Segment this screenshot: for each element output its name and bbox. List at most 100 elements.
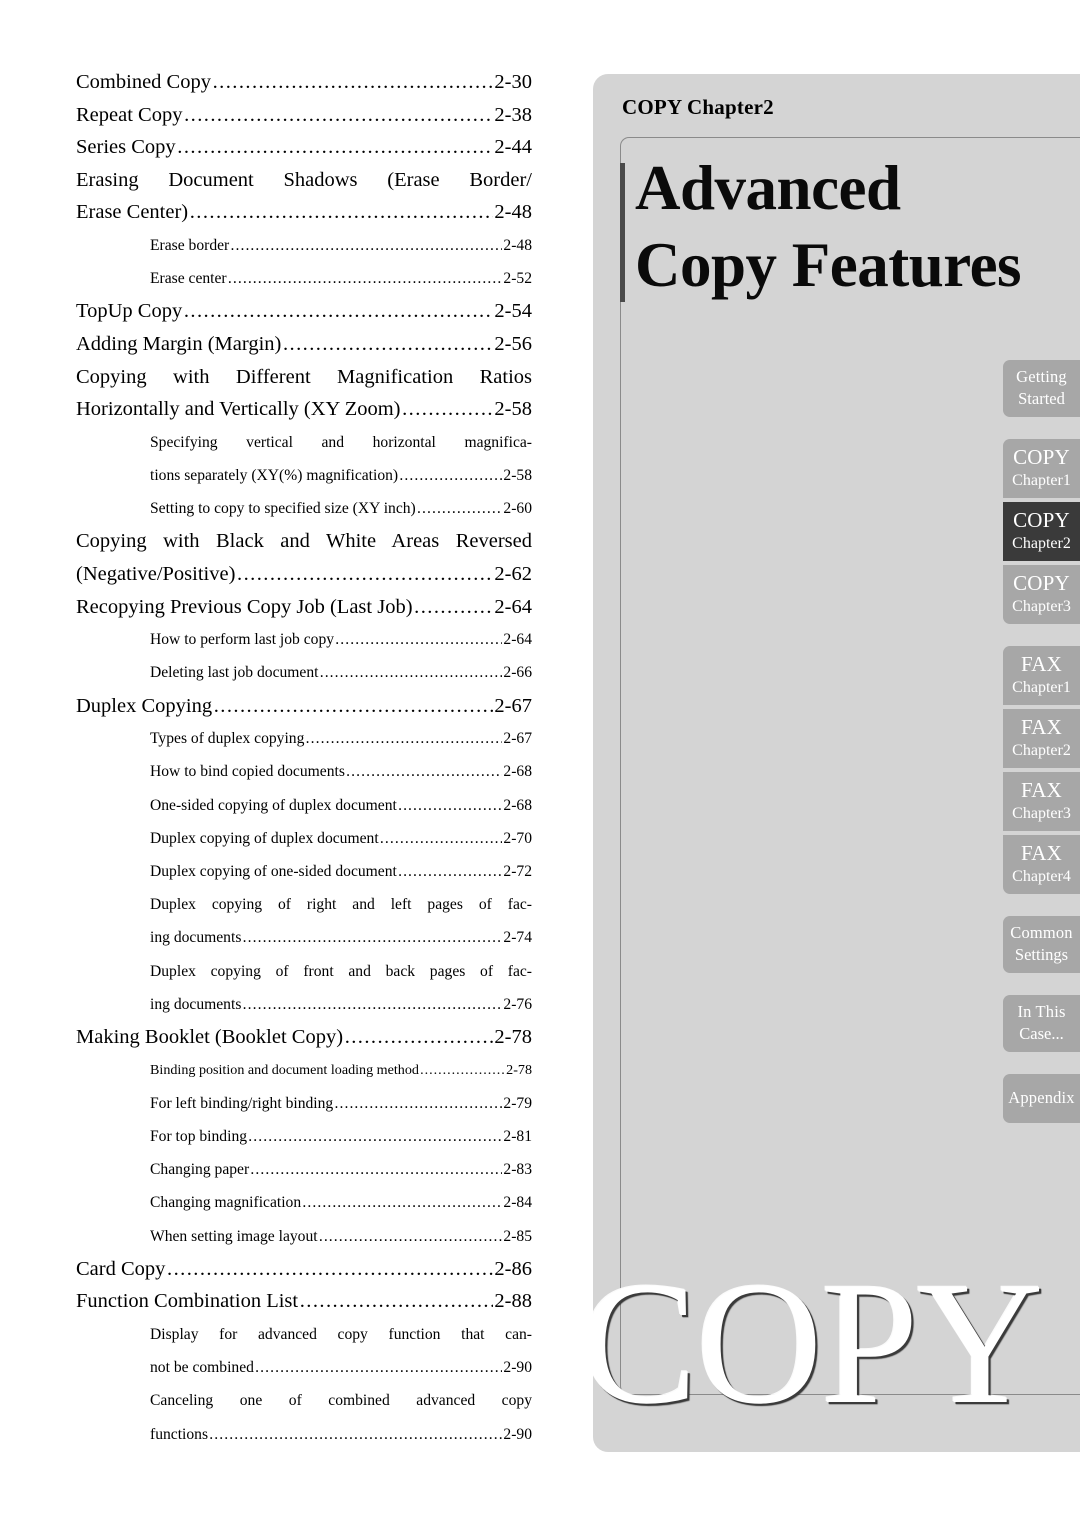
- toc-entry[interactable]: Erase center............................…: [150, 262, 532, 295]
- toc-entry-page: 2-83: [503, 1161, 532, 1179]
- toc-entry[interactable]: When setting image layout...............…: [150, 1220, 532, 1253]
- tab-label-secondary: Chapter2: [1012, 535, 1071, 552]
- chapter-tab-copy-chapter3[interactable]: COPY Chapter3: [1003, 565, 1080, 624]
- chapter-tab-copy-chapter2[interactable]: COPY Chapter2: [1003, 502, 1080, 561]
- tab-label-secondary: Chapter1: [1012, 679, 1071, 696]
- toc-entry[interactable]: Erasing Document Shadows (Erase Border/E…: [76, 164, 532, 229]
- toc-leader-dots: ........................................…: [177, 136, 493, 159]
- toc-entry[interactable]: Function Combination List...............…: [76, 1285, 532, 1318]
- toc-entry[interactable]: Duplex copying of front and back pages o…: [150, 955, 532, 1021]
- toc-entry-line: functions...............................…: [150, 1418, 532, 1451]
- toc-entry-line: ing documents...........................…: [150, 921, 532, 954]
- toc-entry-page: 2-54: [494, 300, 532, 323]
- toc-entry-label: ing documents: [150, 995, 242, 1013]
- toc-entry[interactable]: Erase border............................…: [150, 229, 532, 262]
- toc-leader-dots: ........................................…: [213, 694, 493, 717]
- toc-entry-label: Horizontally and Vertically (XY Zoom): [76, 398, 401, 421]
- toc-entry-label-continued: Canceling one of combined advanced copy: [150, 1392, 532, 1410]
- chapter-tab-in-this-case[interactable]: In This Case...: [1003, 995, 1080, 1052]
- toc-entry-label: For left binding/right binding: [150, 1094, 334, 1112]
- toc-entry-line: Erase center............................…: [150, 262, 532, 295]
- toc-entry-page: 2-68: [503, 763, 532, 781]
- toc-entry-label: Duplex copying of duplex document: [150, 829, 379, 847]
- toc-entry-page: 2-84: [503, 1194, 532, 1212]
- toc-entry-line: ing documents...........................…: [150, 988, 532, 1021]
- toc-entry[interactable]: Repeat Copy.............................…: [76, 99, 532, 132]
- toc-entry-label-continued: Duplex copying of front and back pages o…: [150, 962, 532, 980]
- toc-entry[interactable]: How to bind copied documents............…: [150, 755, 532, 788]
- toc-entry-label: tions separately (XY(%) magnification): [150, 466, 399, 484]
- toc-entry-page: 2-81: [503, 1127, 532, 1145]
- tab-label-secondary: Chapter3: [1012, 805, 1071, 822]
- toc-entry-page: 2-74: [503, 929, 532, 947]
- toc-entry-page: 2-90: [503, 1425, 532, 1443]
- toc-leader-dots: ........................................…: [255, 1359, 502, 1377]
- toc-leader-dots: ........................................…: [167, 1257, 493, 1280]
- chapter-tab-getting-started[interactable]: Getting Started: [1003, 360, 1080, 417]
- toc-entry-page: 2-79: [503, 1094, 532, 1112]
- toc-entry[interactable]: Setting to copy to specified size (XY in…: [150, 492, 532, 525]
- toc-entry[interactable]: TopUp Copy..............................…: [76, 295, 532, 328]
- chapter-tab-appendix[interactable]: Appendix: [1003, 1074, 1080, 1123]
- toc-entry[interactable]: Display for advanced copy function that …: [150, 1318, 532, 1384]
- chapter-tab-fax-chapter2[interactable]: FAX Chapter2: [1003, 709, 1080, 768]
- toc-entry-label: When setting image layout: [150, 1227, 318, 1245]
- toc-entry-label: Erase border: [150, 236, 230, 254]
- toc-entry[interactable]: Card Copy...............................…: [76, 1253, 532, 1286]
- toc-entry-page: 2-44: [494, 136, 532, 159]
- toc-entry[interactable]: Combined Copy...........................…: [76, 66, 532, 99]
- toc-entry[interactable]: Duplex Copying..........................…: [76, 690, 532, 723]
- chapter-tab-copy-chapter1[interactable]: COPY Chapter1: [1003, 439, 1080, 498]
- toc-entry-label: ing documents: [150, 929, 242, 947]
- toc-entry-line: Making Booklet (Booklet Copy)...........…: [76, 1021, 532, 1054]
- toc-leader-dots: ........................................…: [334, 1094, 502, 1112]
- toc-entry-page: 2-48: [494, 201, 532, 224]
- toc-leader-dots: ........................................…: [242, 929, 503, 947]
- toc-leader-dots: ........................................…: [420, 1061, 505, 1078]
- toc-entry-label: Repeat Copy: [76, 103, 183, 126]
- toc-entry[interactable]: Duplex copying of duplex document.......…: [150, 822, 532, 855]
- toc-entry[interactable]: Copying with Black and White Areas Rever…: [76, 525, 532, 590]
- toc-entry[interactable]: Canceling one of combined advanced copy f…: [150, 1384, 532, 1450]
- toc-entry[interactable]: Specifying vertical and horizontal magni…: [150, 426, 532, 492]
- toc-entry[interactable]: Changing paper..........................…: [150, 1153, 532, 1186]
- toc-entry[interactable]: Changing magnification..................…: [150, 1186, 532, 1219]
- chapter-tab-fax-chapter3[interactable]: FAX Chapter3: [1003, 772, 1080, 831]
- toc-entry[interactable]: One-sided copying of duplex document....…: [150, 789, 532, 822]
- toc-entry-line: Combined Copy...........................…: [76, 66, 532, 99]
- chapter-tab-common-settings[interactable]: Common Settings: [1003, 916, 1080, 973]
- toc-leader-dots: ........................................…: [402, 398, 493, 421]
- toc-entry[interactable]: How to perform last job copy............…: [150, 623, 532, 656]
- toc-entry[interactable]: Adding Margin (Margin)..................…: [76, 328, 532, 361]
- toc-entry-page: 2-64: [503, 631, 532, 649]
- toc-entry-label: Types of duplex copying: [150, 730, 305, 748]
- toc-entry-line: Repeat Copy.............................…: [76, 99, 532, 132]
- toc-entry[interactable]: Copying with Different Magnification Rat…: [76, 361, 532, 426]
- toc-entry[interactable]: Types of duplex copying.................…: [150, 722, 532, 755]
- toc-leader-dots: ........................................…: [335, 631, 502, 649]
- toc-entry-page: 2-66: [503, 664, 532, 682]
- toc-entry-line: How to perform last job copy............…: [150, 623, 532, 656]
- toc-entry[interactable]: Duplex copying of one-sided document....…: [150, 855, 532, 888]
- toc-entry[interactable]: Recopying Previous Copy Job (Last Job)..…: [76, 591, 532, 624]
- toc-leader-dots: ........................................…: [398, 796, 502, 814]
- toc-entry-page: 2-70: [503, 829, 532, 847]
- toc-entry-line: TopUp Copy..............................…: [76, 295, 532, 328]
- toc-entry[interactable]: Duplex copying of right and left pages o…: [150, 888, 532, 954]
- toc-entry[interactable]: For left binding/right binding..........…: [150, 1087, 532, 1120]
- toc-entry-line: Horizontally and Vertically (XY Zoom)...…: [76, 393, 532, 426]
- toc-entry-label: Deleting last job document: [150, 664, 319, 682]
- toc-entry-page: 2-38: [494, 103, 532, 126]
- toc-entry[interactable]: For top binding.........................…: [150, 1120, 532, 1153]
- toc-leader-dots: ........................................…: [227, 270, 503, 288]
- toc-entry[interactable]: Making Booklet (Booklet Copy)...........…: [76, 1021, 532, 1054]
- toc-entry[interactable]: Deleting last job document..............…: [150, 656, 532, 689]
- toc-entry[interactable]: Series Copy.............................…: [76, 131, 532, 164]
- chapter-tab-fax-chapter4[interactable]: FAX Chapter4: [1003, 835, 1080, 894]
- tab-label-primary: FAX: [1020, 778, 1063, 802]
- toc-leader-dots: ........................................…: [250, 1161, 502, 1179]
- chapter-tab-fax-chapter1[interactable]: FAX Chapter1: [1003, 646, 1080, 705]
- toc-entry[interactable]: Binding position and document loading me…: [150, 1054, 532, 1087]
- toc-entry-page: 2-64: [494, 595, 532, 618]
- toc-leader-dots: ........................................…: [305, 730, 503, 748]
